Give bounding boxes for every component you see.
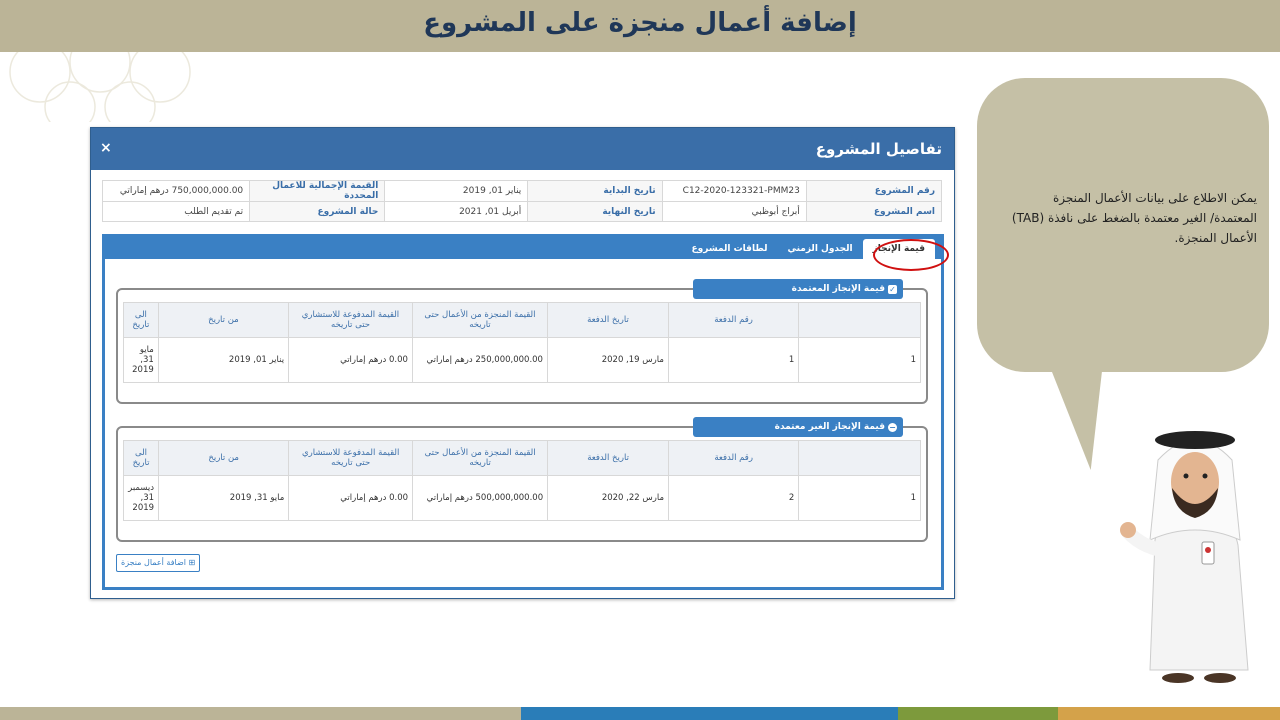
bottom-bar-segment (521, 707, 898, 720)
project-number-value: C12-2020-123321-PMM23 (661, 180, 807, 202)
table-header: تاريخ الدفعة (546, 302, 669, 338)
tabs-panel: قيمة الإنجاز الجدول الزمني لطاقات المشرو… (102, 234, 949, 590)
tab-highlight-circle (873, 239, 949, 271)
checkbox-icon: ✓ (888, 285, 897, 294)
status-value: تم تقديم الطلب (101, 201, 251, 222)
unapproved-title-text: قيمة الإنجاز الغير معتمدة (774, 422, 885, 432)
bottom-bar-segment (1058, 707, 1280, 720)
table-header-row: رقم الدفعة تاريخ الدفعة القيمة المنجزة م… (123, 302, 921, 338)
table-cell: ديسمبر 31, 2019 (122, 475, 160, 521)
table-header: القيمة المدفوعة للاستشاري حتى تاريخه (288, 440, 414, 476)
table-cell: مايو 31, 2019 (158, 475, 290, 521)
table-header: القيمة المدفوعة للاستشاري حتى تاريخه (288, 302, 413, 338)
table-cell: 1 (798, 337, 921, 383)
start-date-value: يناير 01, 2019 (384, 180, 529, 202)
unapproved-section: −قيمة الإنجاز الغير معتمدة رقم الدفعة تا… (116, 417, 928, 542)
table-header: الى تاريخ (122, 440, 160, 476)
bottom-bar-segment (898, 707, 1058, 720)
table-cell: 500,000,000.00 درهم إماراتي (412, 475, 549, 521)
explanation-text: يمكن الاطلاع على بيانات الأعمال المنجزة … (1011, 191, 1257, 245)
unapproved-section-title[interactable]: −قيمة الإنجاز الغير معتمدة (693, 417, 903, 437)
table-cell: 0.00 درهم إماراتي (288, 337, 413, 383)
table-cell: 250,000,000.00 درهم إماراتي (411, 337, 548, 383)
collapse-icon: − (888, 423, 897, 432)
end-date-label: تاريخ النهاية (527, 201, 663, 222)
window-title: تفاصيل المشروع (815, 140, 942, 158)
table-header-row: رقم الدفعة تاريخ الدفعة القيمة المنجزة م… (122, 440, 921, 476)
table-header: القيمة المنجزة من الأعمال حتى تاريخه (411, 302, 548, 338)
end-date-value: أبريل 01, 2021 (384, 201, 529, 222)
table-cell: مارس 22, 2020 (547, 475, 670, 521)
project-name-value: أبراج أبوظبي (661, 201, 807, 222)
table-header: تاريخ الدفعة (547, 440, 670, 476)
project-name-label: اسم المشروع (805, 201, 943, 222)
bottom-bar-segment (0, 707, 521, 720)
unapproved-table: رقم الدفعة تاريخ الدفعة القيمة المنجزة م… (122, 440, 921, 521)
table-cell: 1 (798, 475, 921, 521)
table-header: من تاريخ (158, 440, 290, 476)
table-cell: يناير 01, 2019 (157, 337, 290, 383)
project-number-label: رقم المشروع (805, 180, 943, 202)
table-cell: 2 (668, 475, 800, 521)
emirati-character-illustration (1120, 431, 1249, 683)
table-row[interactable]: 1 1 مارس 19, 2020 250,000,000.00 درهم إم… (123, 337, 921, 383)
table-cell: مايو 31, 2019 (123, 337, 159, 383)
slide-header: إضافة أعمال منجزة على المشروع (0, 0, 1280, 52)
table-row[interactable]: 1 2 مارس 22, 2020 500,000,000.00 درهم إم… (122, 475, 921, 521)
add-completed-work-button[interactable]: ⊞ اضافة أعمال منجزة (116, 554, 201, 572)
window-header: تفاصيل المشروع × (91, 128, 954, 170)
table-header: رقم الدفعة (668, 440, 800, 476)
table-header: الى تاريخ (123, 302, 159, 338)
total-value: 750,000,000.00 درهم إماراتي (101, 180, 251, 202)
speech-bubble-tail (1047, 360, 1119, 470)
status-label: حالة المشروع (249, 201, 386, 222)
bottom-color-bar (0, 707, 1280, 720)
add-button-label: اضافة أعمال منجزة (121, 558, 186, 567)
project-details-window: تفاصيل المشروع × رقم المشروع C12-2020-12… (90, 127, 955, 599)
table-header: رقم الدفعة (667, 302, 800, 338)
table-header (798, 440, 921, 476)
approved-table: رقم الدفعة تاريخ الدفعة القيمة المنجزة م… (123, 302, 921, 383)
close-icon[interactable]: × (100, 140, 112, 156)
decorative-pattern (9, 52, 191, 122)
table-header: القيمة المنجزة من الأعمال حتى تاريخه (412, 440, 549, 476)
total-value-label: القيمة الإجمالية للاعمال المحددة (249, 180, 386, 202)
plus-icon: ⊞ (188, 558, 196, 567)
tab-schedule[interactable]: الجدول الزمني (777, 239, 862, 259)
table-header (798, 302, 921, 338)
approved-section-title[interactable]: ✓قيمة الإنجاز المعتمدة (693, 279, 903, 299)
table-header: من تاريخ (157, 302, 290, 338)
approved-title-text: قيمة الإنجاز المعتمدة (791, 284, 885, 294)
start-date-label: تاريخ البداية (527, 180, 663, 202)
table-cell: 1 (667, 337, 800, 383)
approved-section: ✓قيمة الإنجاز المعتمدة رقم الدفعة تاريخ … (116, 279, 928, 404)
table-cell: مارس 19, 2020 (546, 337, 669, 383)
table-cell: 0.00 درهم إماراتي (288, 475, 414, 521)
slide-title: إضافة أعمال منجزة على المشروع (423, 8, 857, 38)
tab-bar: قيمة الإنجاز الجدول الزمني لطاقات المشرو… (105, 237, 941, 259)
tab-project-cards[interactable]: لطاقات المشروع (682, 239, 778, 259)
project-info-table: رقم المشروع C12-2020-123321-PMM23 تاريخ … (101, 180, 943, 222)
